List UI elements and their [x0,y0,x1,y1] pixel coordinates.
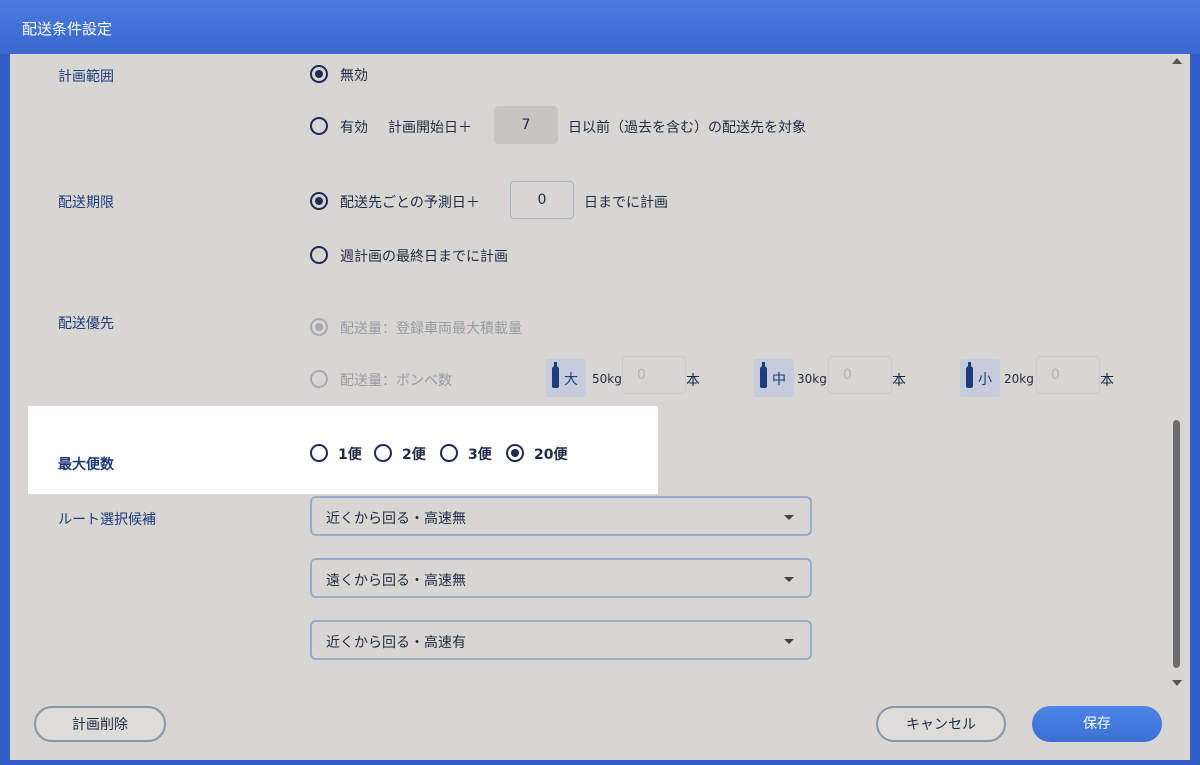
max-trips-1-text: 1便 [338,447,362,463]
max-trips-2-radio[interactable] [374,444,392,462]
cylinder-large-icon [552,362,559,388]
chevron-down-icon [784,577,794,582]
plan-range-enabled-radio[interactable] [310,117,328,135]
max-trips-1-radio[interactable] [310,444,328,462]
deadline-days-input[interactable]: 0 [510,181,574,219]
chevron-down-icon [784,515,794,520]
cylinder-medium-weight: 30kg [797,372,827,386]
priority-max-load-text: 配送量：登録車両最大積載量 [340,321,522,337]
deadline-forecast-radio[interactable] [310,192,328,210]
route-select-1[interactable]: 近くから回る・高速無 [310,496,812,536]
priority-cylinder-text: 配送量：ボンベ数 [340,373,452,389]
scroll-up-arrow-icon[interactable] [1172,58,1182,64]
max-trips-20-radio[interactable] [506,444,524,462]
max-trips-3-text: 3便 [468,447,492,463]
cylinder-medium-badge: 中 [754,359,794,397]
route-select-2[interactable]: 遠くから回る・高速無 [310,558,812,598]
scroll-thumb[interactable] [1173,420,1180,668]
cylinder-large-unit: 本 [686,373,700,389]
cylinder-small-unit: 本 [1100,373,1114,389]
cancel-button[interactable]: キャンセル [876,706,1006,742]
scrollbar[interactable] [1170,54,1184,694]
deadline-weekly-text: 週計画の最終日までに計画 [340,249,508,265]
plan-range-label: 計画範囲 [58,69,114,85]
scroll-down-arrow-icon[interactable] [1172,680,1182,686]
cylinder-small-size: 小 [978,372,992,388]
priority-max-load-radio[interactable] [310,318,328,336]
plan-range-disabled-text: 無効 [340,68,368,84]
cylinder-medium-count-input[interactable]: 0 [828,356,892,394]
max-trips-20-text: 20便 [534,447,568,463]
cylinder-large-weight: 50kg [592,372,622,386]
deadline-forecast-prefix: 配送先ごとの予測日＋ [340,195,480,211]
deadline-forecast-suffix: 日までに計画 [584,195,668,211]
plan-range-enabled-text: 有効 [340,120,368,136]
max-trips-3-radio[interactable] [440,444,458,462]
cylinder-small-count-input[interactable]: 0 [1036,356,1100,394]
route-select-3[interactable]: 近くから回る・高速有 [310,620,812,660]
priority-cylinder-radio[interactable] [310,370,328,388]
cylinder-medium-size: 中 [772,372,786,388]
max-trips-label: 最大便数 [58,457,114,473]
route-candidates-label: ルート選択候補 [58,512,156,528]
route-select-2-value: 遠くから回る・高速無 [326,573,466,589]
delete-plan-button[interactable]: 計画削除 [34,706,166,742]
cylinder-large-count-input[interactable]: 0 [622,356,686,394]
cylinder-medium-icon [760,362,767,388]
delivery-priority-label: 配送優先 [58,316,114,332]
chevron-down-icon [784,639,794,644]
cylinder-large-badge: 大 [546,359,586,397]
save-button[interactable]: 保存 [1032,706,1162,742]
route-select-1-value: 近くから回る・高速無 [326,511,466,527]
cylinder-small-weight: 20kg [1004,372,1034,386]
delivery-deadline-label: 配送期限 [58,195,114,211]
max-trips-2-text: 2便 [402,447,426,463]
settings-panel: 計画範囲 無効 有効 計画開始日＋ 7 日以前（過去を含む）の配送先を対象 配送… [10,54,1190,760]
window-title: 配送条件設定 [22,20,113,38]
plan-range-days-input[interactable]: 7 [494,106,558,144]
cylinder-large-size: 大 [564,372,578,388]
plan-range-suffix: 日以前（過去を含む）の配送先を対象 [568,120,806,136]
deadline-weekly-radio[interactable] [310,246,328,264]
cylinder-small-icon [966,362,973,388]
cylinder-small-badge: 小 [960,359,1000,397]
title-bar: 配送条件設定 [0,0,1200,54]
route-select-3-value: 近くから回る・高速有 [326,635,466,651]
cylinder-medium-unit: 本 [892,373,906,389]
plan-range-prefix: 計画開始日＋ [388,120,472,136]
plan-range-disabled-radio[interactable] [310,65,328,83]
